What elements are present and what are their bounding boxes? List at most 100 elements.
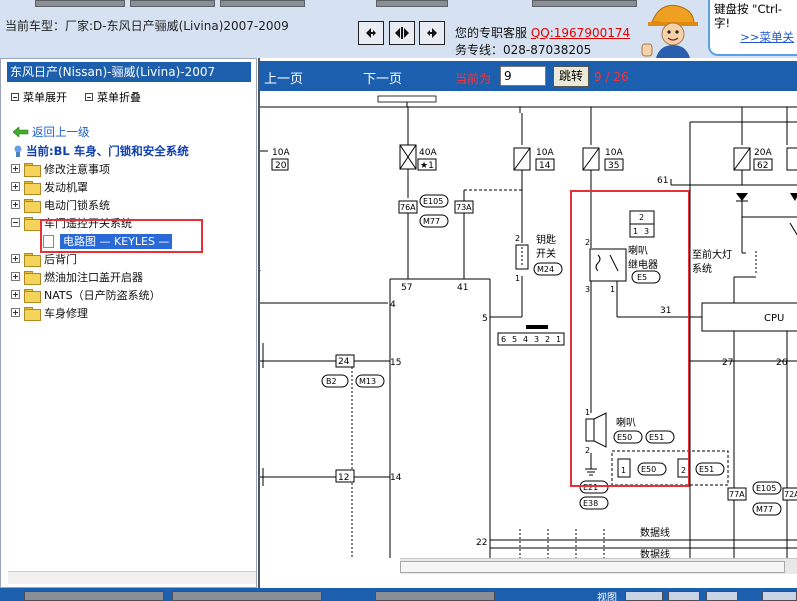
svg-text:2: 2 (585, 446, 590, 455)
svg-text:M77: M77 (423, 217, 440, 226)
data-line-label: 数据线 (640, 526, 670, 539)
expand-plus-icon[interactable] (11, 164, 20, 173)
bottom-button-1[interactable] (24, 591, 164, 601)
svg-text:72A: 72A (784, 490, 797, 499)
service-phone: 务专线：028-87038205 (455, 43, 592, 57)
svg-text:27: 27 (722, 358, 733, 368)
svg-text:E21: E21 (583, 483, 598, 492)
svg-text:22: 22 (476, 538, 487, 548)
current-location-icon (14, 145, 22, 157)
tree-item[interactable]: 发动机罩 (11, 178, 88, 195)
top-tool-button-2[interactable] (130, 0, 215, 7)
headlamp-label: 至前大灯 (692, 248, 732, 261)
tree-item[interactable]: 燃油加注口盖开启器 (11, 268, 143, 285)
back-link[interactable]: 返回上一级 (13, 124, 90, 140)
folder-icon (24, 180, 41, 195)
service-qq-link[interactable]: QQ:1967900174 (531, 26, 630, 40)
highlight-box (40, 219, 203, 253)
tree-item[interactable]: 电动门锁系统 (11, 196, 110, 213)
last-page-icon[interactable] (419, 21, 445, 45)
expand-plus-icon[interactable] (11, 254, 20, 263)
tree-item[interactable]: 车身修理 (11, 304, 88, 321)
svg-text:1: 1 (585, 408, 590, 417)
expand-plus-icon[interactable] (11, 200, 20, 209)
scrollbar-thumb[interactable] (400, 561, 785, 573)
svg-text:M13: M13 (359, 377, 376, 386)
svg-text:73A: 73A (456, 203, 472, 212)
svg-text:5: 5 (512, 335, 517, 344)
top-tool-button-4[interactable] (376, 0, 448, 7)
svg-text:5: 5 (482, 314, 488, 324)
svg-text:2: 2 (681, 466, 686, 475)
diagram-panel: 上一页 下一页 当前为 9 跳转 9 / 26 40A ★1 76A 73A E… (258, 58, 797, 588)
svg-text:2: 2 (585, 238, 590, 247)
view-mode-4-icon[interactable] (762, 591, 797, 601)
svg-text:E105: E105 (423, 197, 443, 206)
bottom-button-2[interactable] (172, 591, 322, 601)
tree-item[interactable]: NATS（日产防盗系统） (11, 286, 161, 303)
prev-page-link[interactable]: 上一页 (264, 68, 303, 87)
tree-title: 东风日产(Nissan)-骊威(Livina)-2007 (7, 62, 251, 82)
svg-text:10A: 10A (272, 148, 290, 158)
folder-icon (24, 198, 41, 213)
service-info: 您的专职客服 QQ:1967900174 务专线：028-87038205 (455, 25, 630, 59)
page-label: 当前为 (455, 72, 492, 86)
top-tool-button-1[interactable] (35, 0, 125, 7)
expand-plus-icon[interactable] (11, 308, 20, 317)
svg-text:26: 26 (776, 358, 788, 368)
vehicle-path: 当前车型：厂家:D-东风日产骊威(Livina)2007-2009 (5, 19, 289, 33)
collapse-label: 菜单折叠 (97, 91, 141, 104)
expand-label: 菜单展开 (23, 91, 67, 104)
mascot-icon (638, 0, 710, 58)
left-horizontal-scrollbar[interactable] (8, 571, 256, 584)
svg-text:E50: E50 (641, 465, 656, 474)
folder-open-icon (24, 216, 41, 231)
svg-text:20A: 20A (754, 148, 772, 158)
first-page-icon[interactable] (358, 21, 384, 45)
tree-item[interactable]: 修改注意事项 (11, 160, 110, 177)
svg-text:3: 3 (644, 227, 649, 236)
svg-text:1: 1 (515, 274, 520, 283)
bottom-button-3[interactable] (375, 591, 495, 601)
jump-button[interactable]: 跳转 (553, 66, 589, 87)
svg-text:E5: E5 (637, 273, 647, 282)
expand-plus-icon[interactable] (11, 182, 20, 191)
expand-menu-button[interactable]: 菜单展开 (11, 89, 67, 105)
svg-text:钥匙: 钥匙 (536, 233, 556, 246)
svg-text:61: 61 (657, 176, 668, 186)
page-input[interactable]: 9 (500, 66, 546, 86)
collapse-menu-button[interactable]: 菜单折叠 (85, 89, 141, 105)
svg-text:10A: 10A (536, 148, 554, 158)
menu-close-link[interactable]: >>菜单关 (740, 30, 794, 44)
next-page-link[interactable]: 下一页 (363, 68, 402, 87)
svg-text:41: 41 (457, 283, 468, 293)
bottom-bar: 视图 (0, 588, 797, 601)
view-mode-1-icon[interactable] (625, 591, 663, 601)
svg-text:E50: E50 (617, 433, 632, 442)
expand-plus-icon[interactable] (11, 272, 20, 281)
top-header: 当前车型：厂家:D-东风日产骊威(Livina)2007-2009 您的专职客服… (0, 0, 797, 58)
split-page-icon[interactable] (389, 21, 415, 45)
svg-text:3: 3 (585, 285, 590, 294)
back-label: 返回上一级 (32, 125, 90, 139)
svg-text:M77: M77 (756, 505, 773, 514)
horn-relay-label: 喇叭 (628, 245, 648, 257)
top-tool-button-3[interactable] (220, 0, 305, 7)
tree-item[interactable]: 后背门 (11, 250, 77, 267)
view-mode-3-icon[interactable] (706, 591, 738, 601)
svg-text:1: 1 (556, 335, 561, 344)
folder-icon (24, 270, 41, 285)
tip-box: 键盘按 "Ctrl-字! >>菜单关 (708, 0, 797, 56)
svg-text:4: 4 (390, 300, 396, 310)
expand-plus-icon[interactable] (11, 290, 20, 299)
diagram-horizontal-scrollbar[interactable] (400, 558, 797, 574)
top-tool-button-5[interactable] (532, 0, 637, 7)
svg-text:57: 57 (401, 283, 412, 293)
svg-text:31: 31 (660, 306, 671, 316)
view-mode-2-icon[interactable] (668, 591, 700, 601)
svg-text:1: 1 (610, 285, 615, 294)
collapse-minus-icon[interactable] (11, 218, 20, 227)
svg-text:6: 6 (501, 335, 506, 344)
svg-text:20: 20 (275, 161, 287, 171)
fuse-40a-label: 40A (419, 148, 437, 158)
